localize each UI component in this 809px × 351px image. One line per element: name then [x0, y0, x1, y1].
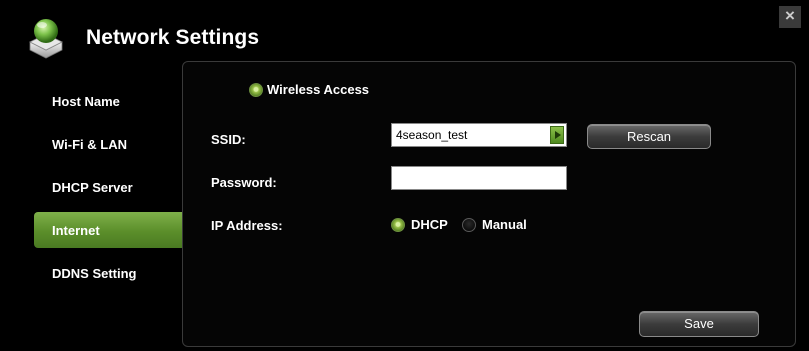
wireless-access-radio[interactable]: [249, 83, 263, 97]
password-field[interactable]: [391, 166, 567, 190]
network-settings-window: Network Settings × Host Name Wi-Fi & LAN…: [6, 6, 801, 351]
sidebar-item-label: Wi-Fi & LAN: [52, 136, 127, 152]
sidebar-item-ddns-setting[interactable]: DDNS Setting: [34, 255, 184, 291]
ssid-dropdown-arrow-icon[interactable]: [550, 126, 564, 144]
password-label: Password:: [211, 175, 277, 190]
sidebar-item-label: DHCP Server: [52, 179, 133, 195]
internet-settings-panel: Wireless Access SSID: 4season_test Resca…: [182, 61, 796, 347]
ssid-field[interactable]: 4season_test: [391, 123, 567, 147]
page-title: Network Settings: [86, 26, 260, 49]
wireless-access-label: Wireless Access: [267, 82, 370, 97]
rescan-button[interactable]: Rescan: [587, 124, 711, 149]
network-settings-logo-icon: [22, 14, 70, 62]
sidebar-item-wifi-lan[interactable]: Wi-Fi & LAN: [34, 126, 184, 162]
ssid-value: 4season_test: [396, 128, 468, 142]
ip-address-label: IP Address:: [211, 218, 283, 233]
sidebar-item-label: Internet: [52, 222, 100, 238]
sidebar-item-label: Host Name: [52, 93, 120, 109]
manual-radio[interactable]: [462, 218, 476, 232]
sidebar-item-label: DDNS Setting: [52, 265, 137, 281]
sidebar-item-dhcp-server[interactable]: DHCP Server: [34, 169, 184, 205]
sidebar-item-internet[interactable]: Internet: [34, 212, 184, 248]
close-button[interactable]: ×: [779, 6, 801, 28]
dhcp-label: DHCP: [411, 217, 448, 232]
save-button[interactable]: Save: [639, 311, 759, 337]
dhcp-radio[interactable]: [391, 218, 405, 232]
sidebar-item-host-name[interactable]: Host Name: [34, 83, 184, 119]
manual-label: Manual: [482, 217, 527, 232]
ssid-label: SSID:: [211, 132, 246, 147]
